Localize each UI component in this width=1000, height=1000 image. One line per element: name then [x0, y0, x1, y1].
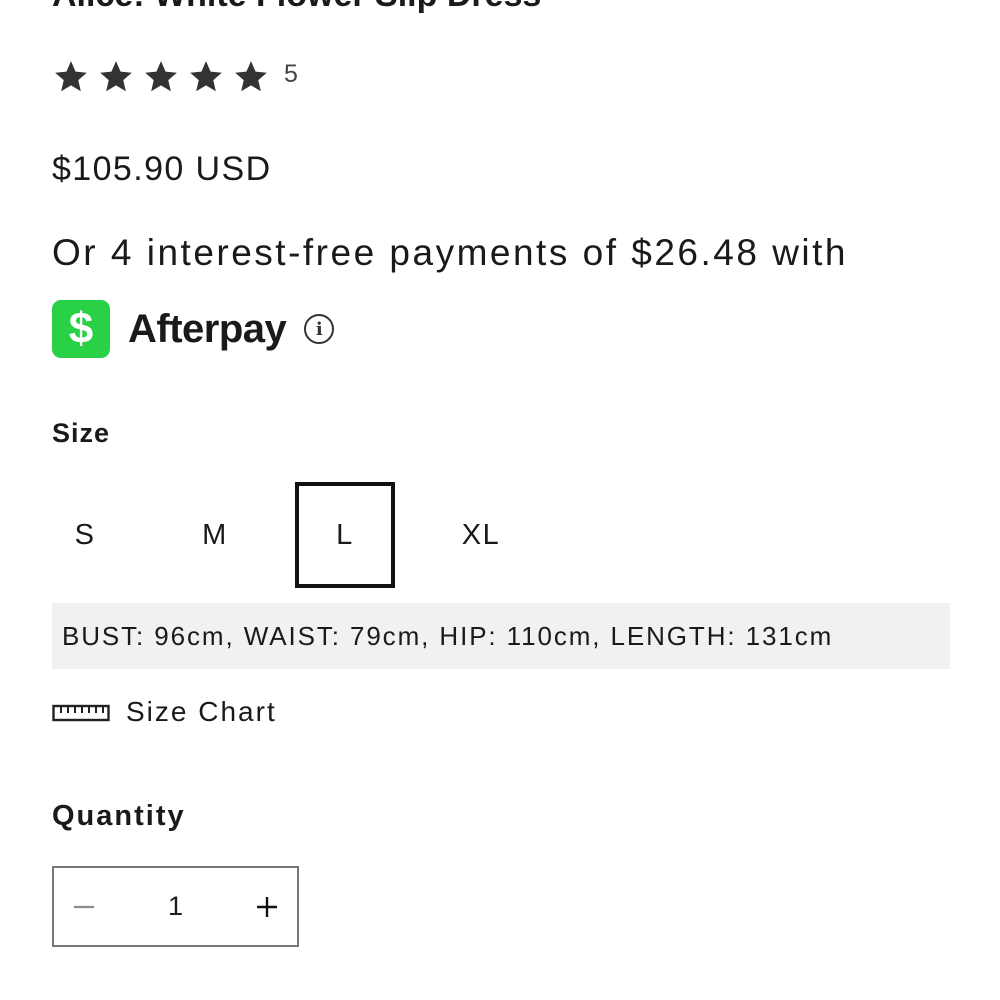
- afterpay-installments-text: Or 4 interest-free payments of $26.48 wi…: [52, 232, 849, 273]
- product-title: Alice: White Flower Slip Dress: [52, 0, 952, 18]
- increase-quantity-button[interactable]: [237, 868, 297, 945]
- size-option-s[interactable]: S: [35, 482, 135, 588]
- star-icon: [235, 61, 267, 92]
- afterpay-name: Afterpay: [128, 306, 287, 351]
- quantity-input[interactable]: [114, 890, 237, 923]
- star-icon: [190, 61, 222, 92]
- size-option-l[interactable]: L: [295, 482, 395, 588]
- star-icon: [55, 61, 87, 92]
- product-rating: 5: [52, 58, 298, 96]
- size-measurements: BUST: 96cm, WAIST: 79cm, HIP: 110cm, LEN…: [52, 603, 950, 669]
- star-icon: [100, 61, 132, 92]
- quantity-label: Quantity: [52, 800, 186, 832]
- minus-icon: [74, 905, 94, 908]
- quantity-stepper: [52, 866, 299, 947]
- star-rating: [52, 58, 270, 96]
- size-label: Size: [52, 418, 111, 448]
- size-chart-link[interactable]: Size Chart: [52, 696, 277, 728]
- afterpay-logo: $: [52, 300, 110, 358]
- ruler-icon: [52, 704, 110, 722]
- rating-count[interactable]: 5: [284, 60, 298, 89]
- size-option-xl[interactable]: XL: [431, 482, 531, 588]
- star-icon: [145, 61, 177, 92]
- size-chart-label: Size Chart: [126, 696, 277, 727]
- product-price: $105.90 USD: [52, 150, 272, 188]
- size-option-m[interactable]: M: [165, 482, 265, 588]
- plus-icon: [257, 896, 277, 917]
- afterpay-row: $ Afterpay i: [52, 300, 335, 358]
- decrease-quantity-button[interactable]: [54, 868, 114, 945]
- info-icon[interactable]: i: [304, 314, 335, 344]
